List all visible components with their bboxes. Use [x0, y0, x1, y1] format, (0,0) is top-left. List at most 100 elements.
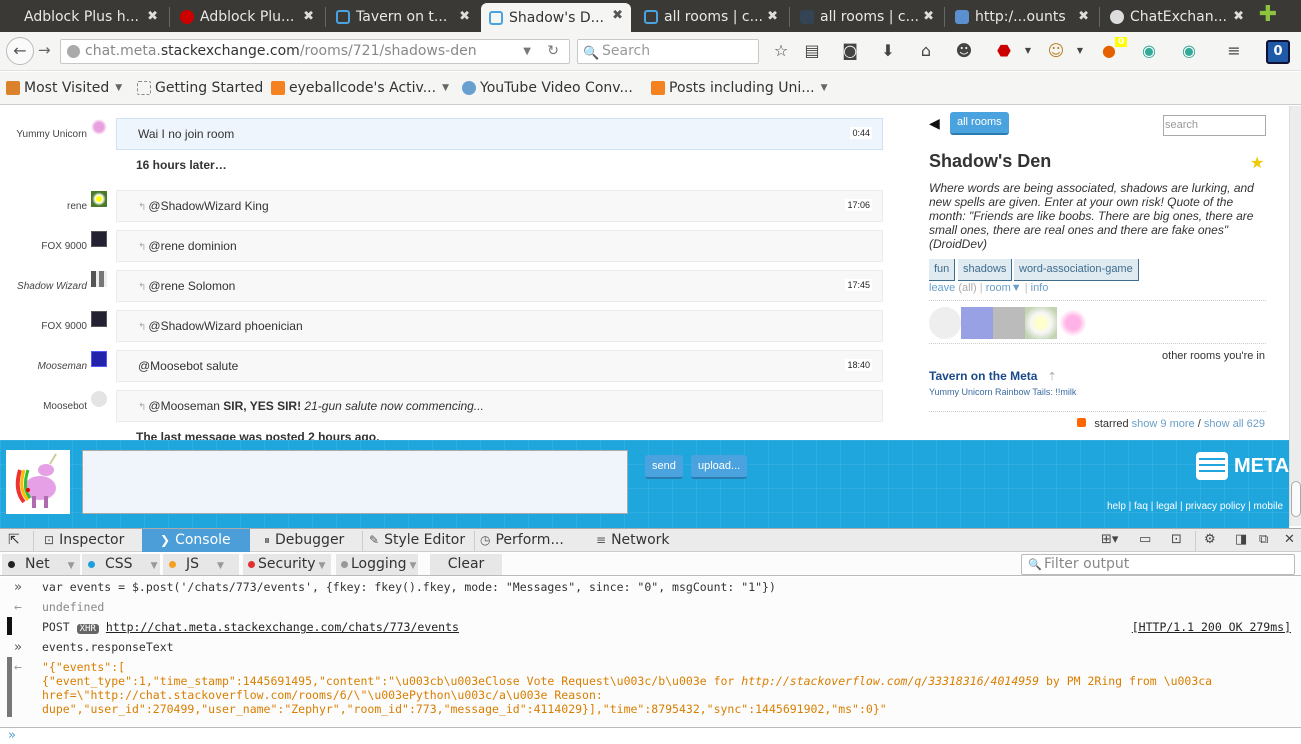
- tag-shadows[interactable]: shadows: [958, 259, 1013, 281]
- username[interactable]: Mooseman: [38, 361, 87, 372]
- show-all-link[interactable]: show all 629: [1204, 418, 1265, 430]
- reply-icon[interactable]: ↰: [138, 402, 146, 413]
- room-search-input[interactable]: search: [1163, 115, 1266, 136]
- all-rooms-button[interactable]: all rooms: [950, 112, 1009, 135]
- close-icon[interactable]: ✖: [923, 9, 934, 24]
- avatar[interactable]: [91, 119, 107, 135]
- username[interactable]: Yummy Unicorn: [16, 129, 87, 140]
- undock-icon[interactable]: ⧉: [1259, 532, 1268, 547]
- bookmark-youtube-converter[interactable]: YouTube Video Conv...: [462, 80, 633, 96]
- tab-tavern[interactable]: Tavern on t... ✖: [328, 4, 478, 30]
- present-user-avatar[interactable]: [1057, 307, 1089, 339]
- tab-style-editor[interactable]: ✎ Style Editor: [363, 529, 473, 552]
- http-status-link[interactable]: [HTTP/1.1 200 OK 279ms]: [1132, 620, 1291, 634]
- other-room-link[interactable]: Tavern on the Meta ⇡: [929, 369, 1057, 383]
- console-input-line[interactable]: events.responseText: [42, 640, 174, 654]
- reply-icon[interactable]: ↰: [138, 242, 146, 253]
- url-dropdown-icon[interactable]: ▼: [523, 40, 531, 63]
- bookmark-getting-started[interactable]: Getting Started: [137, 80, 263, 96]
- console-input[interactable]: »: [0, 727, 1301, 744]
- tab-adblock-help[interactable]: Adblock Plus h... ✖: [16, 4, 166, 30]
- tab-all-rooms-2[interactable]: all rooms | c... ✖: [792, 4, 942, 30]
- avatar[interactable]: [91, 191, 107, 207]
- bookmark-star-icon[interactable]: ☆: [771, 42, 791, 60]
- forward-button[interactable]: →: [38, 41, 51, 59]
- new-tab-button[interactable]: ✚: [1258, 4, 1278, 26]
- upload-button[interactable]: upload...: [691, 455, 748, 479]
- dock-side-icon[interactable]: ◨: [1235, 532, 1247, 547]
- reply-icon[interactable]: ↰: [138, 202, 146, 213]
- abp-dropdown-icon[interactable]: ▼: [1018, 42, 1038, 60]
- scrollbar-thumb[interactable]: [1291, 481, 1301, 517]
- present-user-avatar[interactable]: [993, 307, 1025, 339]
- pocket-icon[interactable]: ◙: [840, 42, 860, 60]
- avatar[interactable]: [91, 391, 107, 407]
- message-box[interactable]: ↰ @Mooseman SIR, YES SIR! 21-gun salute n…: [116, 390, 883, 422]
- bookmark-posts-unicorn[interactable]: Posts including Uni... ▼: [651, 80, 828, 96]
- leave-all-link[interactable]: (all): [958, 282, 976, 294]
- message-box[interactable]: ↰ @ShadowWizard phoenician: [116, 310, 883, 342]
- split-console-icon[interactable]: ▭: [1139, 532, 1151, 547]
- home-icon[interactable]: ⌂: [916, 42, 936, 60]
- tab-debugger[interactable]: ⏸ Debugger: [258, 529, 366, 552]
- close-icon[interactable]: ✖: [459, 9, 470, 24]
- eye-extension-icon-2[interactable]: ◉: [1179, 42, 1199, 60]
- back-button[interactable]: ←: [6, 37, 34, 65]
- present-user-avatar[interactable]: [1025, 307, 1057, 339]
- console-input-line[interactable]: var events = $.post('/chats/773/events',…: [42, 580, 776, 594]
- show-more-link[interactable]: show 9 more: [1132, 418, 1195, 430]
- filter-css[interactable]: CSS ▼: [82, 554, 160, 575]
- network-url-link[interactable]: http://chat.meta.stackexchange.com/chats…: [106, 620, 459, 634]
- eye-extension-icon[interactable]: ◉: [1139, 42, 1159, 60]
- close-icon[interactable]: ✖: [1233, 9, 1244, 24]
- tab-inspector[interactable]: ⊡ Inspector: [38, 529, 140, 552]
- close-icon[interactable]: ✖: [1078, 9, 1089, 24]
- message-box[interactable]: @Moosebot salute 18:40: [116, 350, 883, 382]
- counter-extension-icon[interactable]: 0: [1266, 40, 1290, 64]
- star-icon[interactable]: ★: [1250, 153, 1264, 173]
- tag-fun[interactable]: fun: [929, 259, 956, 281]
- tab-adblock[interactable]: Adblock Plu... ✖: [172, 4, 322, 30]
- other-room-name[interactable]: Tavern on the Meta: [929, 369, 1037, 383]
- avatar[interactable]: [91, 311, 107, 327]
- reply-icon[interactable]: ↰: [138, 282, 146, 293]
- tab-console[interactable]: ❯ Console: [142, 529, 250, 552]
- chat-message-input[interactable]: [82, 450, 628, 514]
- filter-security[interactable]: Security ▼: [243, 554, 331, 575]
- rss-icon[interactable]: [1077, 418, 1087, 427]
- tag-word-association-game[interactable]: word-association-game: [1014, 259, 1139, 281]
- gear-icon[interactable]: ⚙: [1204, 532, 1216, 547]
- message-box[interactable]: Wai I no join room 0:44: [116, 118, 883, 150]
- info-link[interactable]: info: [1031, 282, 1049, 294]
- filter-js[interactable]: JS ▼: [163, 554, 239, 575]
- clear-button[interactable]: Clear: [430, 554, 502, 575]
- message-box[interactable]: ↰ @rene Solomon 17:45: [116, 270, 883, 302]
- frame-select-icon[interactable]: ⊞▾: [1101, 532, 1118, 547]
- meta-logo[interactable]: META: [1196, 452, 1289, 480]
- username[interactable]: Moosebot: [43, 401, 87, 412]
- speaker-icon[interactable]: ◀: [929, 115, 940, 132]
- send-button[interactable]: send: [645, 455, 683, 479]
- close-icon[interactable]: ✖: [147, 9, 158, 24]
- username[interactable]: FOX 9000: [41, 241, 87, 252]
- present-user-avatar[interactable]: [961, 307, 993, 339]
- reply-icon[interactable]: ↰: [138, 322, 146, 333]
- username[interactable]: Shadow Wizard: [17, 281, 87, 292]
- browser-search-input[interactable]: 🔍 Search: [577, 39, 759, 64]
- greasemonkey-dropdown-icon[interactable]: ▼: [1070, 42, 1090, 60]
- tab-http-accounts[interactable]: http:/...ounts ✖: [947, 4, 1097, 30]
- filter-net[interactable]: Net ▼: [2, 554, 80, 575]
- tab-network[interactable]: ≡ Network: [590, 529, 690, 552]
- my-avatar[interactable]: [6, 450, 70, 514]
- message-box[interactable]: ↰ @rene dominion: [116, 230, 883, 262]
- abp-icon[interactable]: ⬣: [994, 42, 1014, 60]
- responsive-mode-icon[interactable]: ⊡: [1171, 532, 1182, 547]
- download-icon[interactable]: ⬇: [878, 42, 898, 60]
- avatar[interactable]: [91, 231, 107, 247]
- output-link[interactable]: http://stackoverflow.com/q/33318316/4014…: [741, 674, 1039, 688]
- close-icon[interactable]: ✖: [612, 8, 623, 23]
- avatar[interactable]: [91, 271, 107, 287]
- page-scrollbar[interactable]: [1289, 106, 1301, 526]
- url-bar[interactable]: chat.meta.stackexchange.com/rooms/721/sh…: [60, 39, 570, 64]
- other-room-last-message[interactable]: Yummy Unicorn Rainbow Tails: !!milk: [929, 387, 1076, 397]
